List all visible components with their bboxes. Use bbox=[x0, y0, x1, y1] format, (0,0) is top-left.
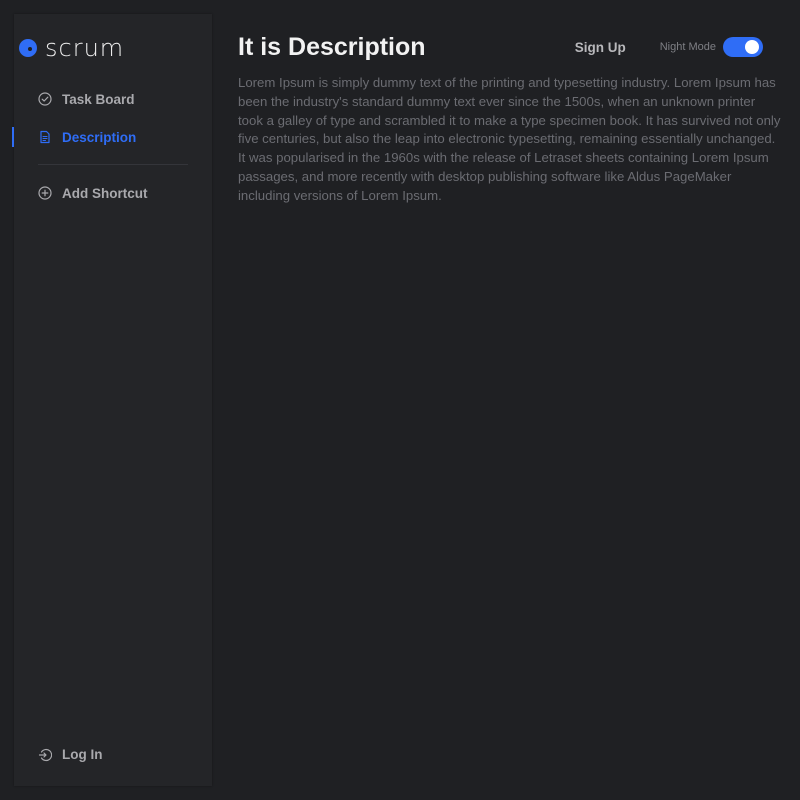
sidebar-item-label: Add Shortcut bbox=[62, 185, 148, 201]
check-circle-icon bbox=[38, 92, 52, 106]
sidebar-item-label: Description bbox=[62, 129, 137, 145]
sidebar-item-description[interactable]: Description bbox=[12, 118, 212, 156]
brand-dot-icon bbox=[19, 39, 37, 57]
login-icon bbox=[38, 748, 52, 762]
sidebar-item-add-shortcut[interactable]: Add Shortcut bbox=[14, 174, 212, 212]
description-text: Lorem Ipsum is simply dummy text of the … bbox=[238, 75, 781, 203]
brand-name: scrum bbox=[45, 34, 125, 62]
sidebar: scrum Task Board Description Add Shortcu… bbox=[12, 14, 212, 786]
brand-logo[interactable]: scrum bbox=[19, 34, 124, 62]
page-title: It is Description bbox=[238, 33, 426, 61]
plus-circle-icon bbox=[38, 186, 52, 200]
login-label: Log In bbox=[62, 747, 103, 762]
document-icon bbox=[38, 130, 52, 144]
sidebar-divider bbox=[38, 164, 188, 165]
app-window: scrum Task Board Description Add Shortcu… bbox=[0, 0, 800, 800]
login-button[interactable]: Log In bbox=[38, 747, 103, 762]
sidebar-item-label: Task Board bbox=[62, 91, 135, 107]
main-content: It is Description Lorem Ipsum is simply … bbox=[238, 30, 783, 219]
sidebar-item-task-board[interactable]: Task Board bbox=[14, 80, 212, 118]
sidebar-nav: Task Board Description Add Shortcut bbox=[12, 80, 212, 212]
